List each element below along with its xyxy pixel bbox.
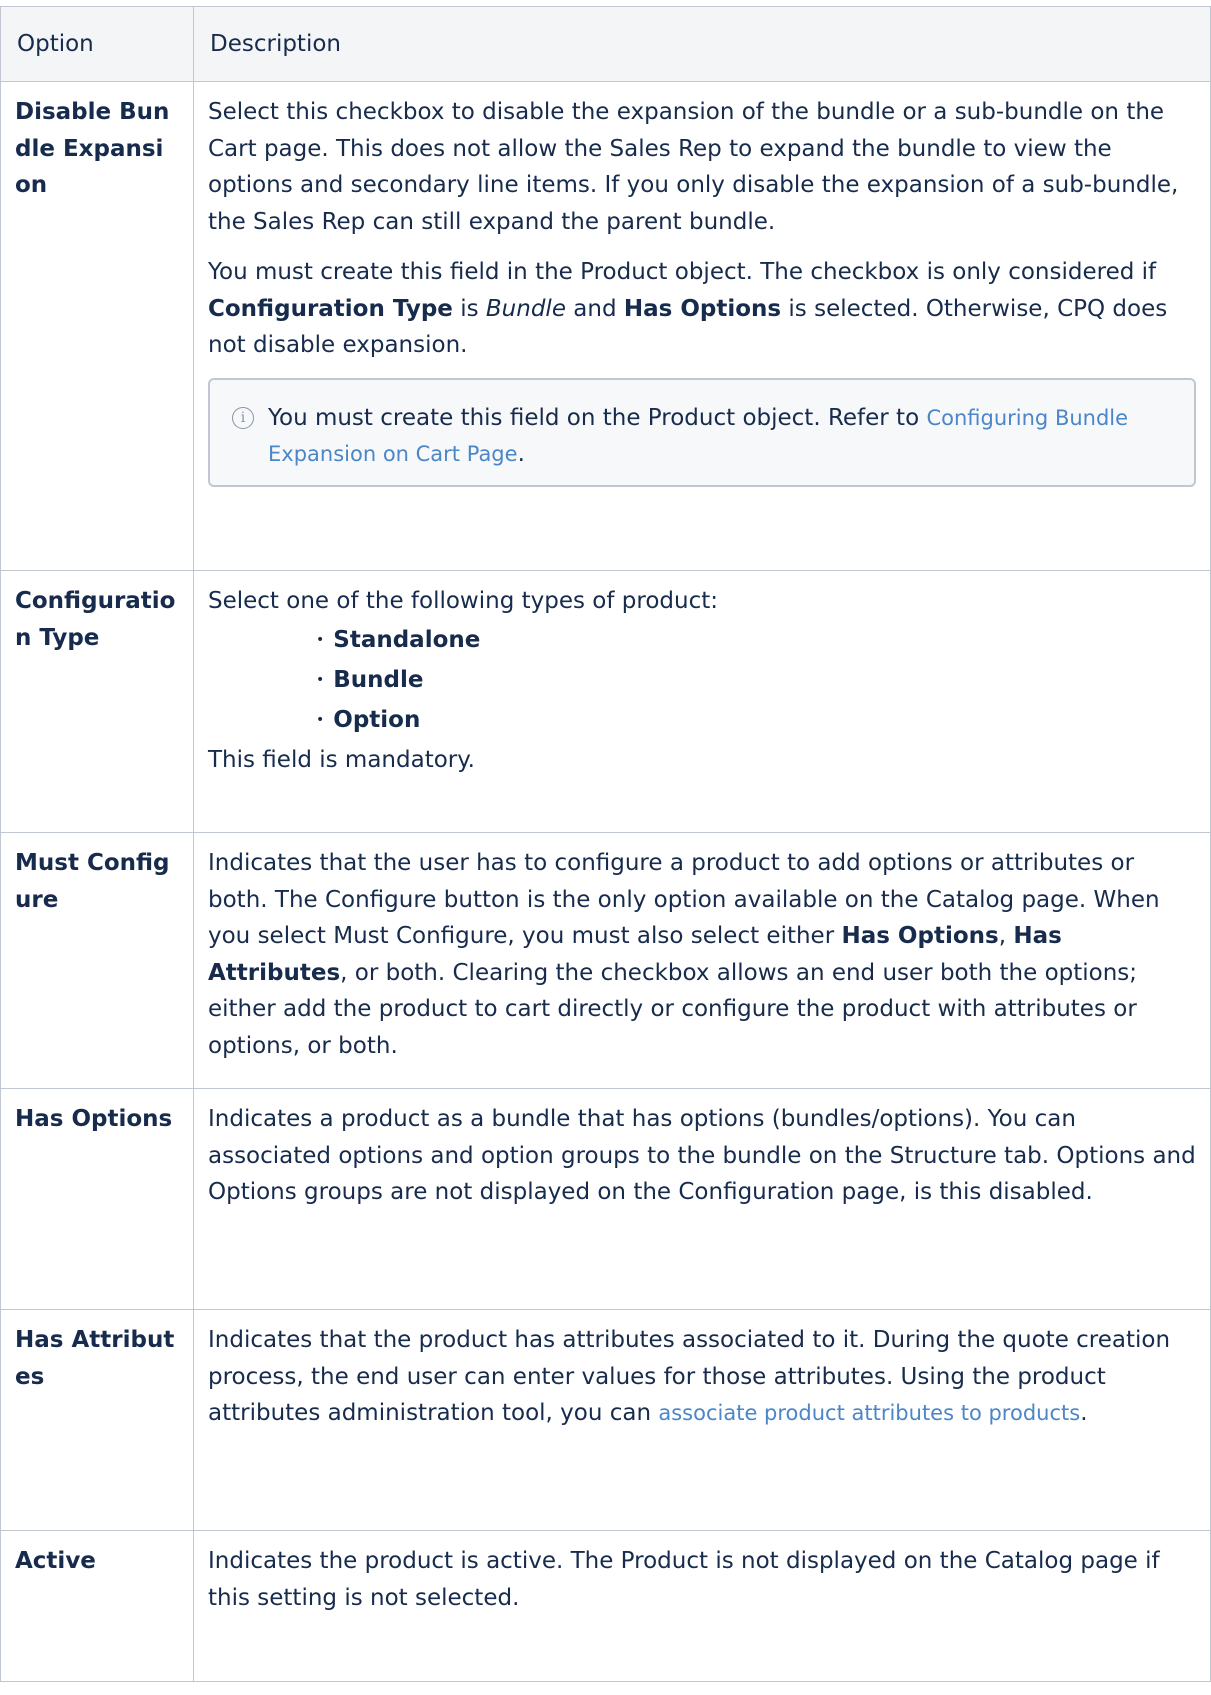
description-paragraph: Indicates that the user has to configure…	[208, 850, 1160, 1059]
option-description: Indicates a product as a bundle that has…	[193, 1088, 1211, 1310]
option-name: Configuration Type	[0, 570, 194, 833]
table-row: Disable Bundle Expansion Select this che…	[0, 81, 1211, 571]
option-description: Indicates that the user has to configure…	[193, 832, 1211, 1089]
option-name: Active	[0, 1530, 194, 1682]
associate-product-attributes-link[interactable]: associate product attributes to products	[658, 1401, 1080, 1425]
option-description: Indicates the product is active. The Pro…	[193, 1530, 1211, 1682]
header-description: Description	[193, 6, 1211, 82]
option-name: Must Configure	[0, 832, 194, 1089]
table-row: Configuration Type Select one of the fol…	[0, 570, 1211, 833]
table-row: Has Attributes Indicates that the produc…	[0, 1309, 1211, 1531]
options-table: Option Description Disable Bundle Expans…	[0, 6, 1211, 1682]
header-option: Option	[0, 6, 194, 82]
description-paragraph: Select this checkbox to disable the expa…	[208, 99, 1179, 235]
list-item: Standalone	[316, 622, 1196, 662]
option-name: Has Options	[0, 1088, 194, 1310]
option-description: Indicates that the product has attribute…	[193, 1309, 1211, 1531]
description-paragraph: You must create this field in the Produc…	[208, 259, 1168, 358]
list-item: Option	[316, 702, 1196, 742]
option-description: Select this checkbox to disable the expa…	[193, 81, 1211, 571]
option-name: Disable Bundle Expansion	[0, 81, 194, 571]
info-note: i You must create this field on the Prod…	[208, 377, 1196, 487]
description-paragraph: Indicates the product is active. The Pro…	[208, 1548, 1160, 1611]
description-paragraph: This field is mandatory.	[208, 746, 475, 773]
list-item: Bundle	[316, 662, 1196, 702]
table-header-row: Option Description	[0, 6, 1211, 82]
description-paragraph: Indicates a product as a bundle that has…	[208, 1106, 1196, 1205]
description-paragraph: Select one of the following types of pro…	[208, 588, 718, 614]
table-row: Must Configure Indicates that the user h…	[0, 832, 1211, 1089]
info-icon: i	[232, 406, 254, 429]
description-paragraph: Indicates that the product has attribute…	[208, 1327, 1171, 1426]
option-description: Select one of the following types of pro…	[193, 570, 1211, 833]
option-name: Has Attributes	[0, 1309, 194, 1531]
table-row: Active Indicates the product is active. …	[0, 1530, 1211, 1682]
table-row: Has Options Indicates a product as a bun…	[0, 1088, 1211, 1310]
configuration-type-list: Standalone Bundle Option	[208, 622, 1196, 742]
note-text: You must create this field on the Produc…	[268, 404, 1129, 468]
